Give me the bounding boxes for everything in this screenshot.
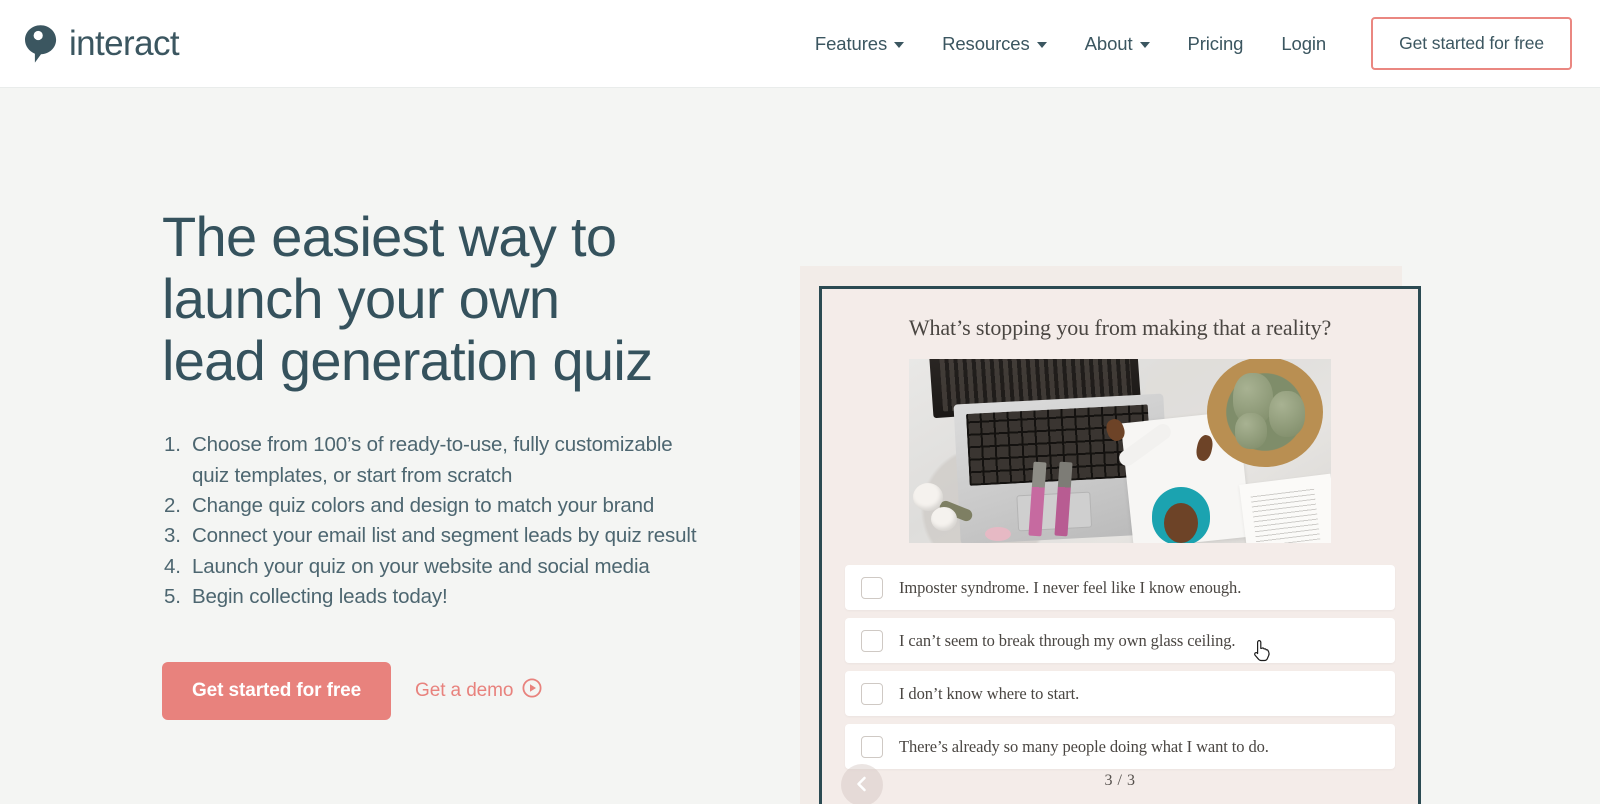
quiz-footer: 3 / 3	[822, 760, 1418, 804]
nav-item-features[interactable]: Features	[796, 23, 923, 65]
list-item: Change quiz colors and design to match y…	[164, 491, 655, 522]
quiz-option[interactable]: I can’t seem to break through my own gla…	[845, 618, 1395, 663]
cactus-shape	[1269, 391, 1305, 437]
quiz-option-label: There’s already so many people doing wha…	[899, 736, 1269, 756]
checkbox-icon[interactable]	[861, 735, 883, 758]
cactus-shape	[1235, 413, 1267, 449]
quiz-preview-frame: What’s stopping you from making that a r…	[819, 286, 1421, 804]
get-a-demo-label: Get a demo	[415, 680, 514, 702]
quiz-option[interactable]: I don’t know where to start.	[845, 671, 1395, 716]
main-navigation: Features Resources About Pricing Login G…	[796, 17, 1572, 70]
hero-section: The easiest way to launch your own lead …	[0, 88, 1600, 804]
hero-actions: Get started for free Get a demo	[162, 662, 740, 721]
quiz-option-label: I don’t know where to start.	[899, 683, 1080, 703]
list-item: Connect your email list and segment lead…	[164, 521, 697, 552]
quiz-card: What’s stopping you from making that a r…	[822, 289, 1418, 804]
site-header: interact Features Resources About Pricin…	[0, 0, 1600, 88]
brand-logo[interactable]: interact	[22, 23, 180, 64]
chevron-down-icon	[1139, 41, 1150, 48]
nav-label-pricing: Pricing	[1187, 32, 1244, 54]
play-circle-icon	[522, 678, 542, 704]
page-title: The easiest way to launch your own lead …	[162, 205, 653, 393]
nav-item-pricing[interactable]: Pricing	[1169, 23, 1263, 65]
woman-portrait-shape	[1152, 487, 1210, 543]
checkbox-icon[interactable]	[861, 682, 883, 705]
nav-label-about: About	[1084, 32, 1133, 54]
flower-shape	[931, 507, 957, 531]
nav-item-about[interactable]: About	[1066, 23, 1169, 65]
quiz-options-list: Imposter syndrome. I never feel like I k…	[822, 565, 1418, 769]
quiz-option[interactable]: Imposter syndrome. I never feel like I k…	[845, 565, 1395, 610]
interact-logo-mark-svg	[25, 24, 57, 63]
petal-shape	[985, 527, 1011, 541]
nav-item-login[interactable]: Login	[1262, 23, 1345, 65]
nav-label-features: Features	[814, 32, 888, 54]
hero-content: The easiest way to launch your own lead …	[0, 88, 740, 721]
brand-name: interact	[69, 23, 180, 63]
list-item: Begin collecting leads today!	[164, 582, 448, 613]
interact-logo-mark	[22, 24, 60, 64]
get-a-demo-button[interactable]: Get a demo	[415, 678, 542, 704]
magazine-shape	[1239, 473, 1331, 543]
chevron-down-icon	[894, 41, 905, 48]
checkbox-icon[interactable]	[861, 629, 883, 652]
nav-label-resources: Resources	[942, 32, 1030, 54]
quiz-progress-indicator: 3 / 3	[1104, 772, 1136, 789]
nav-label-login: Login	[1281, 32, 1327, 54]
quiz-option-label: Imposter syndrome. I never feel like I k…	[899, 577, 1242, 597]
quiz-option-label: I can’t seem to break through my own gla…	[899, 630, 1236, 650]
list-item: Choose from 100’s of ready-to-use, fully…	[164, 430, 673, 487]
chevron-down-icon	[1036, 41, 1047, 48]
list-item: Launch your quiz on your website and soc…	[164, 552, 650, 583]
hero-steps-list: Choose from 100’s of ready-to-use, fully…	[162, 430, 740, 612]
header-get-started-button[interactable]: Get started for free	[1371, 17, 1572, 70]
play-circle-icon-svg	[522, 678, 542, 698]
hero-get-started-button[interactable]: Get started for free	[162, 662, 392, 721]
cactus-basket-shape	[1207, 359, 1323, 467]
checkbox-icon[interactable]	[861, 576, 883, 599]
nav-item-resources[interactable]: Resources	[923, 23, 1066, 65]
quiz-hero-image	[909, 359, 1331, 543]
quiz-question: What’s stopping you from making that a r…	[908, 315, 1332, 340]
